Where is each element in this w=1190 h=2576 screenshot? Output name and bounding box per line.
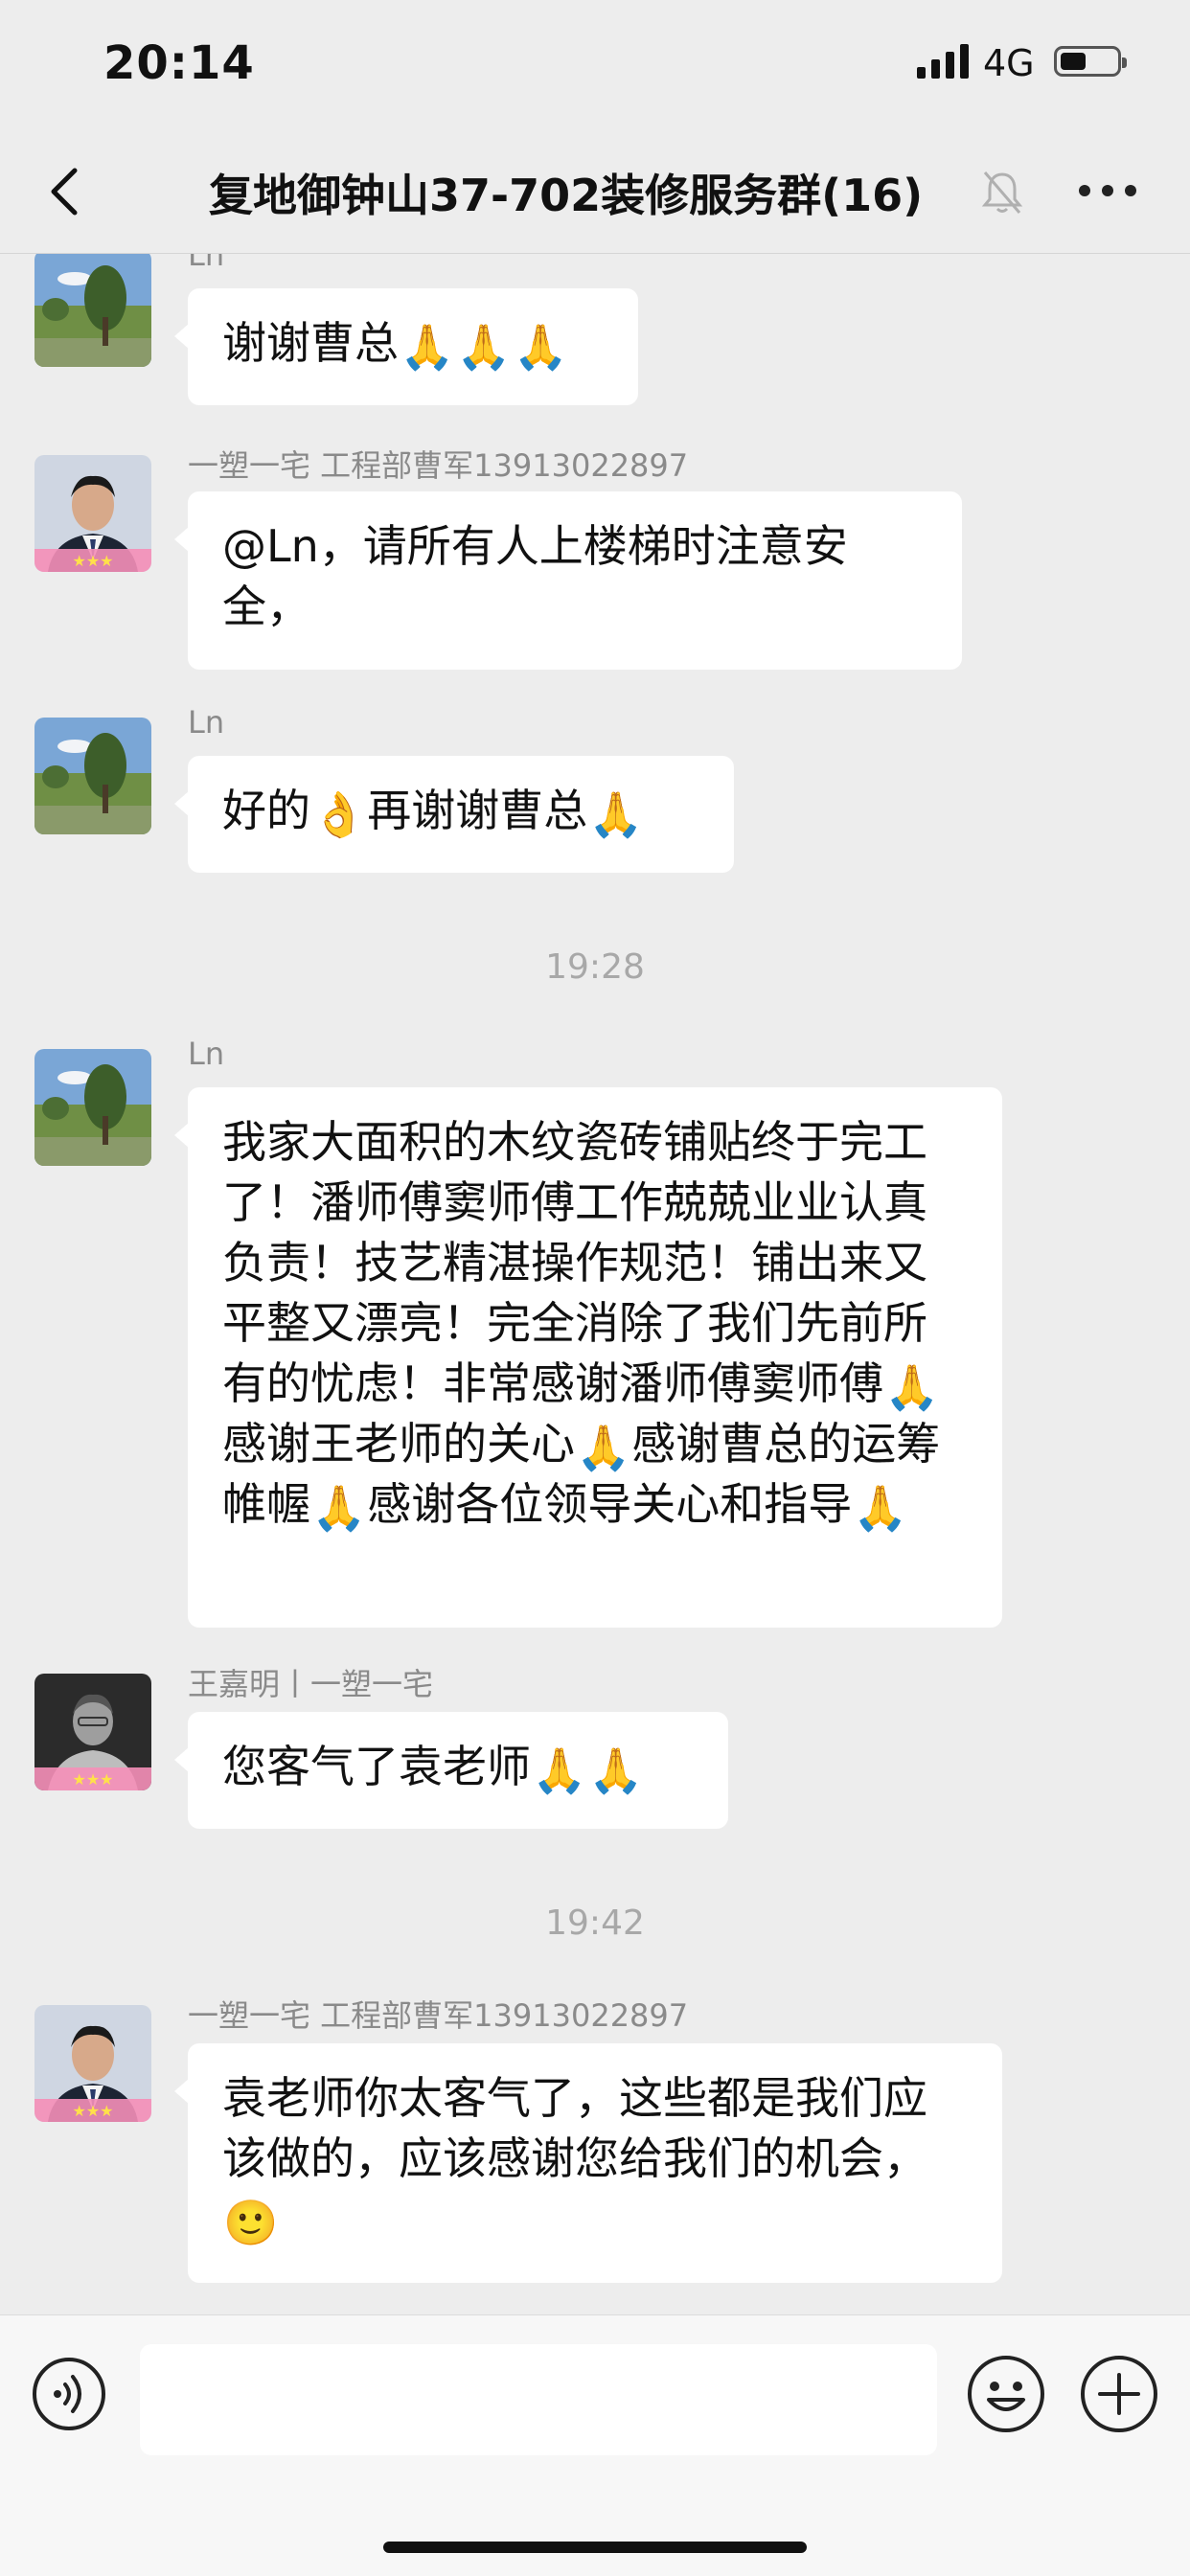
- pray-emoji-icon: 🙏: [588, 787, 644, 840]
- message-bubble[interactable]: 谢谢曹总🙏🙏🙏: [174, 288, 638, 405]
- pray-emoji-icon: 🙏: [311, 1481, 367, 1534]
- sender-name: Ln: [188, 704, 225, 741]
- message-bubble[interactable]: @Ln，请所有人上楼梯时注意安全，: [174, 491, 962, 670]
- timestamp: 19:28: [545, 947, 645, 987]
- ok-hand-emoji-icon: 👌: [311, 787, 367, 840]
- pray-emoji-icon: 🙏: [532, 1744, 587, 1796]
- message-text: 我家大面积的木纹瓷砖铺贴终于完工了！潘师傅窦师傅工作兢兢业业认真负责！技艺精湛操…: [222, 1116, 927, 1409]
- pray-emoji-icon: 🙏: [456, 320, 512, 373]
- message-text: 感谢各位领导关心和指导: [367, 1478, 853, 1530]
- message-bubble[interactable]: 袁老师你太客气了，这些都是我们应该做的，应该感谢您给我们的机会， 🙂: [174, 2043, 1002, 2283]
- sender-name: Ln: [188, 1036, 225, 1072]
- sender-name: 王嘉明丨一塑一宅: [188, 1666, 434, 1702]
- message-text: 袁老师你太客气了，这些都是我们应该做的，应该感谢您给我们的机会，: [222, 2072, 927, 2184]
- avatar-ln[interactable]: [34, 1049, 151, 1166]
- emoji-icon[interactable]: [966, 2354, 1046, 2434]
- smile-emoji-icon: 🙂: [223, 2196, 279, 2248]
- message-text: 感谢王老师的关心: [222, 1418, 575, 1470]
- chat-header: 复地御钟山37-702装修服务群(16): [0, 134, 1190, 254]
- timestamp: 19:42: [545, 1904, 645, 1943]
- svg-text:★★★: ★★★: [72, 552, 113, 570]
- bell-off-icon: [981, 171, 1023, 214]
- pray-emoji-icon: 🙏: [588, 1744, 644, 1796]
- message-bubble[interactable]: 好的👌再谢谢曹总🙏: [174, 756, 734, 873]
- avatar-ln[interactable]: [34, 718, 151, 834]
- voice-input-icon[interactable]: [31, 2356, 107, 2432]
- message-input[interactable]: [140, 2344, 937, 2455]
- avatar-caojun[interactable]: ★★★: [34, 455, 151, 572]
- message-bubble[interactable]: 您客气了袁老师🙏🙏: [174, 1712, 728, 1829]
- svg-text:★★★: ★★★: [72, 2102, 113, 2120]
- avatar-wangjiaming[interactable]: ★★★: [34, 1674, 151, 1790]
- plus-icon[interactable]: [1079, 2354, 1159, 2434]
- battery-icon: [1054, 46, 1127, 77]
- message-text: @Ln，请所有人上楼梯时注意安全，: [222, 520, 848, 632]
- message-list[interactable]: Ln 谢谢曹总🙏🙏🙏 ★★★ 一塑一宅 工程部曹军13913022897 @Ln…: [0, 254, 1190, 2314]
- home-indicator: [383, 2542, 807, 2553]
- status-time: 20:14: [103, 36, 255, 90]
- network-type: 4G: [983, 42, 1035, 84]
- pray-emoji-icon: 🙏: [853, 1481, 908, 1534]
- input-bar: [0, 2314, 1190, 2576]
- message-text: 好的: [222, 785, 310, 836]
- pray-emoji-icon: 🙏: [400, 320, 455, 373]
- group-title: 复地御钟山37-702装修服务群(16): [209, 170, 924, 221]
- sender-name: Ln: [188, 254, 225, 273]
- message-bubble[interactable]: 我家大面积的木纹瓷砖铺贴终于完工了！潘师傅窦师傅工作兢兢业业认真负责！技艺精湛操…: [174, 1087, 1002, 1628]
- avatar-caojun[interactable]: ★★★: [34, 2005, 151, 2122]
- cellular-signal-icon: [917, 44, 969, 79]
- message-text: 再谢谢曹总: [367, 785, 588, 836]
- pray-emoji-icon: 🙏: [576, 1421, 631, 1473]
- more-dots-icon[interactable]: [1079, 185, 1136, 200]
- chevron-left-icon[interactable]: [38, 163, 96, 220]
- svg-text:★★★: ★★★: [72, 1770, 113, 1789]
- pray-emoji-icon: 🙏: [513, 320, 568, 373]
- pray-emoji-icon: 🙏: [884, 1360, 940, 1413]
- sender-name: 一塑一宅 工程部曹军13913022897: [188, 1997, 689, 2034]
- avatar-ln[interactable]: [34, 254, 151, 367]
- message-text: 您客气了袁老师: [222, 1741, 531, 1792]
- message-text: 谢谢曹总: [222, 317, 399, 369]
- status-bar: 20:14 4G: [0, 0, 1190, 134]
- sender-name: 一塑一宅 工程部曹军13913022897: [188, 447, 689, 484]
